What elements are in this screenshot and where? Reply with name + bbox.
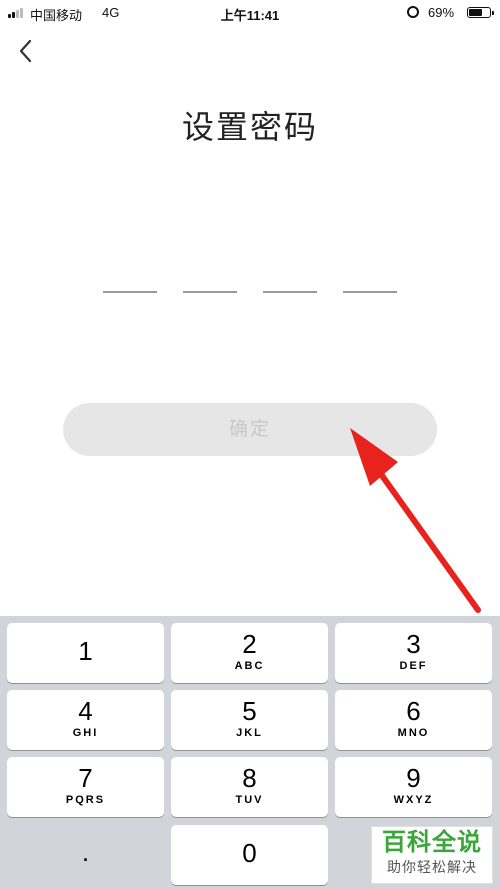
key-digit: 6	[406, 696, 421, 726]
pin-slot	[343, 291, 397, 293]
key-9[interactable]: 9 WXYZ	[335, 757, 492, 817]
pin-slot	[263, 291, 317, 293]
key-digit: 4	[78, 696, 93, 726]
key-digit: 8	[242, 763, 257, 793]
battery-level-fill	[469, 9, 482, 16]
key-4[interactable]: 4 GHI	[7, 690, 164, 750]
key-letters: TUV	[235, 794, 264, 806]
key-3[interactable]: 3 DEF	[335, 623, 492, 683]
key-digit: 7	[78, 763, 93, 793]
key-8[interactable]: 8 TUV	[171, 757, 328, 817]
key-letters: WXYZ	[393, 794, 434, 806]
key-digit: 3	[406, 629, 421, 659]
key-letters: GHI	[72, 727, 99, 739]
key-digit: 9	[406, 763, 421, 793]
key-letters: JKL	[236, 727, 263, 739]
key-letters: PQRS	[65, 794, 106, 806]
alarm-clock-icon	[407, 6, 419, 18]
status-bar: 中国移动 4G 上午11:41 69%	[0, 0, 500, 26]
password-input[interactable]	[103, 291, 397, 294]
key-digit: 5	[242, 696, 257, 726]
chevron-left-icon	[19, 39, 32, 63]
battery-percent: 69%	[428, 5, 455, 20]
status-time: 上午11:41	[220, 8, 280, 23]
battery-icon	[467, 7, 494, 18]
key-dot[interactable]: .	[7, 825, 164, 885]
key-2[interactable]: 2 ABC	[171, 623, 328, 683]
page-title: 设置密码	[181, 109, 318, 145]
key-7[interactable]: 7 PQRS	[7, 757, 164, 817]
confirm-button[interactable]: 确定	[63, 403, 437, 456]
key-5[interactable]: 5 JKL	[171, 690, 328, 750]
watermark-tagline: 助你轻松解决	[387, 859, 477, 875]
watermark-logo: 百科全说 助你轻松解决	[371, 826, 493, 884]
key-digit: 0	[242, 838, 257, 868]
key-digit: 2	[242, 629, 257, 659]
key-1[interactable]: 1	[7, 623, 164, 683]
pin-slot	[183, 291, 237, 293]
key-6[interactable]: 6 MNO	[335, 690, 492, 750]
key-digit: .	[81, 837, 90, 867]
key-digit: 1	[78, 636, 93, 666]
key-0[interactable]: 0	[171, 825, 328, 885]
key-letters: ABC	[234, 660, 265, 672]
watermark-title: 百科全说	[382, 829, 482, 856]
key-letters: MNO	[397, 727, 430, 739]
back-button[interactable]	[14, 36, 42, 66]
key-letters: DEF	[399, 660, 428, 672]
pin-slot	[103, 291, 157, 293]
